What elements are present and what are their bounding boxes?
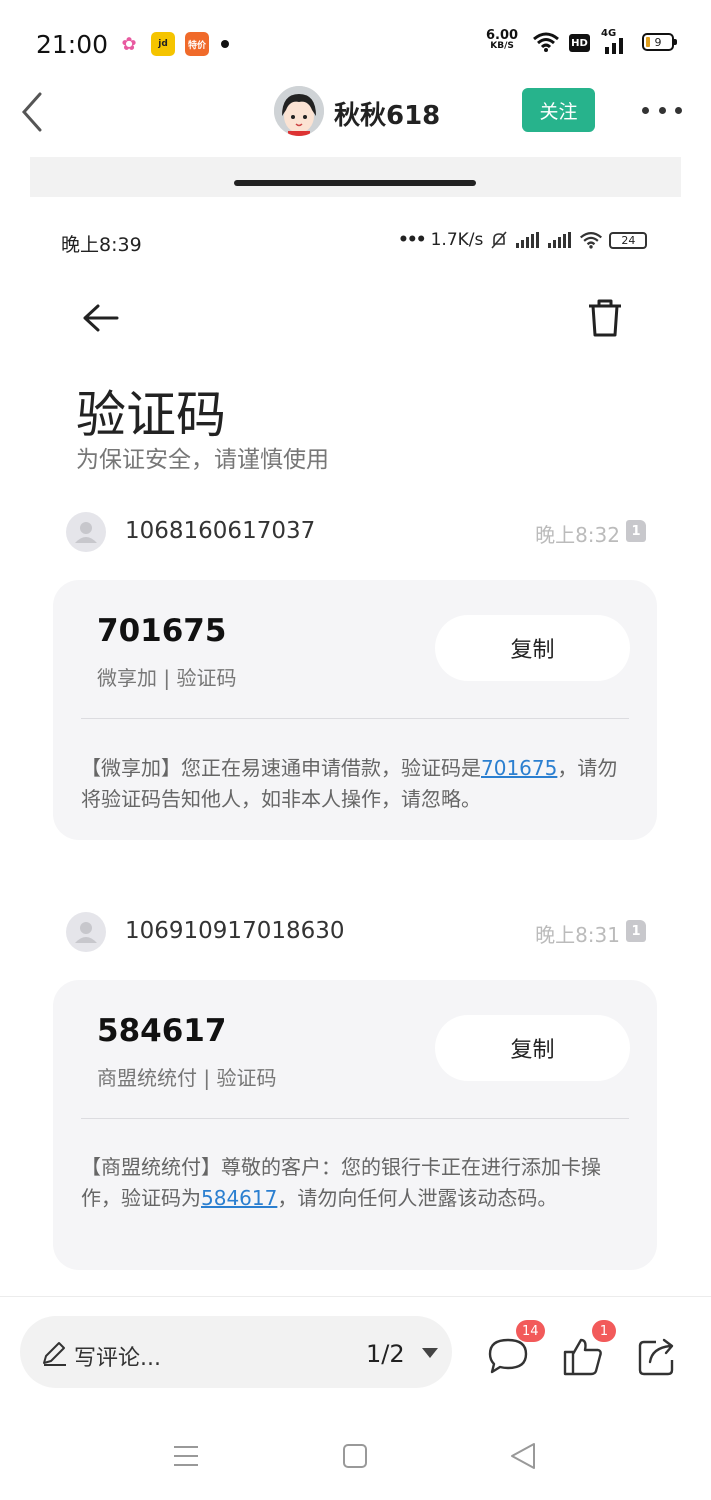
avatar[interactable] — [274, 86, 324, 136]
message-text: 【微享加】您正在易速通申请借款，验证码是 — [81, 756, 481, 780]
message-body: 【微享加】您正在易速通申请借款，验证码是701675，请勿将验证码告知他人，如非… — [81, 753, 623, 815]
signal-2-icon — [548, 232, 572, 248]
tejia-app-icon: 特价 — [185, 32, 209, 56]
otp-card: 584617 商盟统统付 | 验证码 复制 【商盟统统付】尊敬的客户：您的银行卡… — [53, 980, 657, 1270]
signal-1-icon — [516, 232, 540, 248]
embedded-image-top — [30, 157, 681, 197]
network-speed-value: 6.00 — [486, 28, 519, 43]
code-link[interactable]: 701675 — [481, 756, 557, 780]
card-divider — [81, 718, 629, 719]
sim-card-icon: 1 — [626, 520, 646, 542]
comment-count-badge: 14 — [516, 1320, 545, 1342]
code-link[interactable]: 584617 — [201, 1186, 277, 1210]
comment-button[interactable]: 14 — [486, 1320, 545, 1378]
trash-icon[interactable] — [586, 298, 624, 338]
mute-bell-icon — [491, 231, 507, 249]
inner-battery-icon: 24 — [609, 231, 648, 249]
contact-avatar-icon — [66, 912, 106, 952]
pen-icon — [43, 1342, 66, 1366]
battery-icon: 9 — [642, 33, 677, 51]
caret-down-icon[interactable] — [422, 1348, 438, 1358]
message-body: 【商盟统统付】尊敬的客户：您的银行卡正在进行添加卡操作，验证码为584617，请… — [81, 1152, 623, 1214]
otp-source: 商盟统统付 | 验证码 — [97, 1066, 277, 1090]
hd-icon: HD — [569, 34, 590, 52]
signal-icon — [605, 38, 623, 54]
like-button[interactable]: 1 — [561, 1320, 616, 1378]
like-count-badge: 1 — [592, 1320, 616, 1342]
top-nav: 秋秋618 关注 — [0, 80, 711, 144]
sender-row: 1068160617037 晚上8:32 1 — [66, 512, 646, 556]
page-subtitle: 为保证安全，请谨慎使用 — [76, 447, 329, 473]
follow-button[interactable]: 关注 — [522, 88, 595, 132]
share-icon — [638, 1338, 674, 1376]
battery-level: 9 — [654, 35, 662, 49]
avatar-girl-icon — [274, 86, 324, 136]
back-chevron-icon[interactable] — [16, 88, 46, 136]
sim-card-icon: 1 — [626, 920, 646, 942]
sender-row: 106910917018630 晚上8:31 1 — [66, 912, 646, 956]
inner-status-time: 晚上8:39 — [61, 234, 142, 256]
more-dots-icon: ••• — [398, 230, 427, 250]
comment-placeholder: 写评论... — [74, 1346, 161, 1371]
inner-wifi-icon — [580, 232, 603, 249]
inner-battery-level: 24 — [621, 233, 636, 247]
inner-net-speed: 1.7K/s — [430, 230, 484, 250]
menu-icon[interactable] — [173, 1444, 199, 1472]
arrow-back-icon[interactable] — [80, 300, 120, 336]
sender-number: 1068160617037 — [125, 518, 316, 544]
otp-code: 584617 — [97, 1013, 227, 1049]
message-text-end: ，请勿向任何人泄露该动态码。 — [277, 1186, 558, 1210]
home-icon[interactable] — [343, 1444, 367, 1472]
share-button[interactable] — [636, 1334, 680, 1378]
copy-button[interactable]: 复制 — [435, 1015, 630, 1081]
copy-button[interactable]: 复制 — [435, 615, 630, 681]
flower-app-icon: ✿ — [121, 33, 137, 55]
news-app-icon: jd — [151, 32, 175, 56]
back-triangle-icon[interactable] — [510, 1442, 536, 1474]
status-time: 21:00 — [36, 30, 109, 59]
network-speed: 6.00 KB/S — [486, 28, 519, 52]
inner-status-icons: ••• 1.7K/s 24 — [398, 230, 648, 250]
card-divider — [81, 1118, 629, 1119]
network-speed-unit: KB/S — [490, 41, 514, 51]
bottom-divider — [0, 1296, 711, 1297]
contact-avatar-icon — [66, 512, 106, 552]
username[interactable]: 秋秋618 — [334, 95, 440, 132]
otp-source: 微享加 | 验证码 — [97, 666, 237, 690]
more-options-icon[interactable] — [642, 102, 682, 118]
otp-code: 701675 — [97, 613, 227, 649]
otp-card: 701675 微享加 | 验证码 复制 【微享加】您正在易速通申请借款，验证码是… — [53, 580, 657, 840]
notification-dot-icon — [221, 40, 229, 48]
page-title: 验证码 — [76, 386, 226, 444]
comment-input[interactable]: 写评论... 1/2 — [20, 1316, 452, 1388]
page-indicator: 1/2 — [366, 1340, 405, 1368]
gesture-bar — [234, 180, 476, 186]
status-bar: 21:00 ✿ jd 特价 6.00 KB/S HD 4G 9 — [0, 0, 711, 80]
system-nav-bar — [0, 1430, 711, 1490]
sender-number: 106910917018630 — [125, 918, 345, 944]
message-time: 晚上8:32 — [535, 523, 620, 547]
message-time: 晚上8:31 — [535, 923, 620, 947]
wifi-icon — [533, 32, 559, 52]
